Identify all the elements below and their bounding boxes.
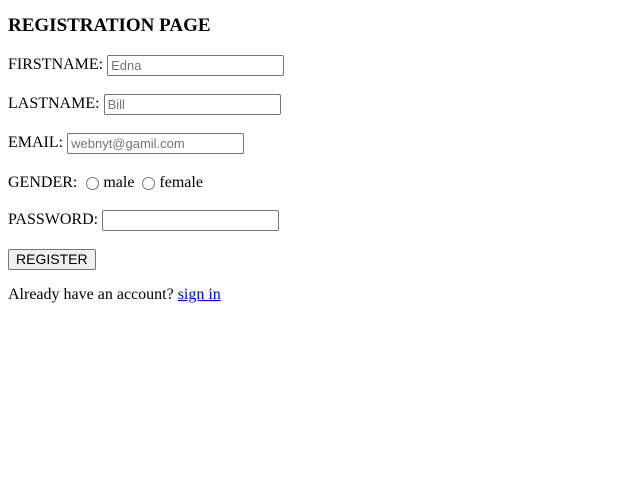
gender-female-label: female (159, 174, 203, 191)
signin-row: Already have an account? sign in (8, 283, 221, 307)
firstname-label: FIRSTNAME: (8, 56, 104, 73)
password-label: PASSWORD: (8, 211, 99, 228)
email-label: EMAIL: (8, 134, 64, 151)
gender-label: GENDER: (8, 174, 78, 191)
email-input[interactable] (67, 132, 245, 154)
page-title: REGISTRATION PAGE (8, 15, 211, 36)
lastname-label: LASTNAME: (8, 95, 100, 112)
register-row: REGISTER (8, 247, 96, 271)
password-row: PASSWORD: (8, 208, 280, 232)
account-prompt: Already have an account? (8, 286, 174, 303)
firstname-row: FIRSTNAME: (8, 53, 285, 77)
gender-option-female: female (134, 173, 203, 193)
signin-link[interactable]: sign in (178, 285, 221, 305)
email-row: EMAIL: (8, 131, 245, 155)
lastname-input[interactable] (103, 93, 281, 115)
gender-female-radio[interactable] (142, 176, 156, 190)
register-button[interactable]: REGISTER (8, 248, 96, 270)
gender-male-label: male (103, 174, 135, 191)
password-input[interactable] (102, 209, 280, 231)
gender-male-radio[interactable] (86, 176, 100, 190)
lastname-row: LASTNAME: (8, 92, 281, 116)
gender-row: GENDER: male female (8, 171, 203, 195)
registration-page: REGISTRATION PAGE FIRSTNAME: LASTNAME: E… (0, 0, 639, 489)
gender-option-male: male (77, 173, 134, 193)
firstname-input[interactable] (107, 54, 285, 76)
